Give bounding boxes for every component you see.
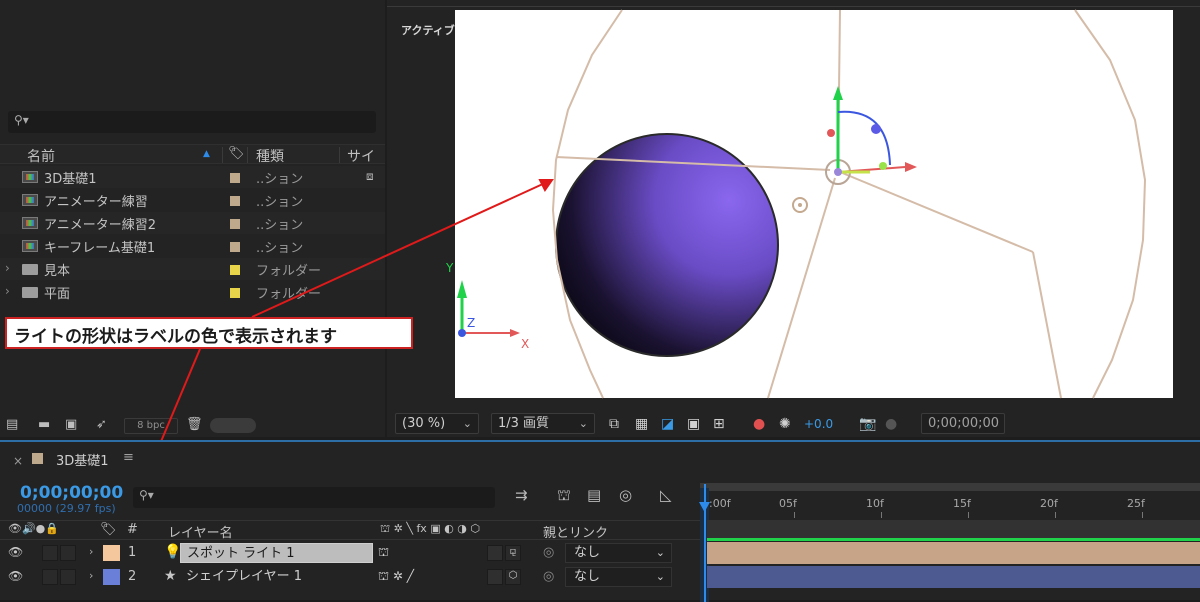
frame-blending-icon[interactable]: ▤ bbox=[587, 486, 601, 504]
layer-row[interactable]: 👁 › 1 💡 スポット ライト 1 ⛫ ⚼ ◎ なし ⌄ bbox=[0, 542, 700, 564]
ruler-tick bbox=[794, 512, 795, 518]
timeline-header-track bbox=[707, 520, 1200, 540]
layer-label-swatch[interactable] bbox=[103, 569, 120, 585]
ruler-tick-label: 15f bbox=[953, 497, 971, 510]
layer-duration-bar[interactable] bbox=[707, 542, 1200, 564]
ruler-tick-label: 05f bbox=[779, 497, 797, 510]
parent-dropdown[interactable]: なし ⌄ bbox=[565, 567, 672, 587]
search-icon: ⚲▾ bbox=[139, 488, 154, 502]
layer-switches[interactable]: ⛫ ✲ ╱ bbox=[378, 569, 414, 585]
layer-row[interactable]: 👁 › 2 ★ シェイプレイヤー 1 ⛫ ✲ ╱ ⬡ ◎ なし ⌄ bbox=[0, 566, 700, 588]
star-shape-icon: ★ bbox=[164, 568, 177, 584]
lock-toggle[interactable] bbox=[60, 569, 76, 585]
ruler-tick bbox=[881, 512, 882, 518]
ruler-tick bbox=[968, 512, 969, 518]
render-bar bbox=[707, 538, 1200, 541]
motion-blur-icon[interactable]: ◎ bbox=[619, 486, 632, 504]
pick-whip-icon[interactable]: ◎ bbox=[543, 569, 554, 584]
ruler-tick-label: 20f bbox=[1040, 497, 1058, 510]
3d-layer-toggle[interactable]: ⬡ bbox=[505, 569, 521, 585]
layer-name[interactable]: スポット ライト 1 bbox=[180, 543, 373, 563]
layer-number: 2 bbox=[128, 569, 137, 584]
timeline-search-input[interactable]: ⚲▾ bbox=[133, 487, 495, 508]
graph-editor-icon[interactable]: ◺ bbox=[660, 486, 672, 504]
ruler-tick-label: 10f bbox=[866, 497, 884, 510]
layer-label-swatch[interactable] bbox=[103, 545, 120, 561]
ruler-tick bbox=[1142, 512, 1143, 518]
layer-duration-bar[interactable] bbox=[707, 566, 1200, 588]
timeline-panel: × 3D基礎1 ≡ 0;00;00;00 00000 (29.97 fps) ⚲… bbox=[0, 440, 1200, 602]
expand-chevron-icon[interactable]: › bbox=[89, 545, 93, 558]
comp-flowchart-icon[interactable]: ⇉ bbox=[515, 486, 528, 504]
fps-readout: 00000 (29.97 fps) bbox=[17, 502, 116, 515]
label-column-icon[interactable]: 🏷 bbox=[100, 522, 117, 537]
visibility-eye-icon[interactable]: 👁 bbox=[8, 569, 23, 583]
parent-dropdown[interactable]: なし ⌄ bbox=[565, 543, 672, 563]
layer-name[interactable]: シェイプレイヤー 1 bbox=[180, 567, 373, 587]
pick-whip-icon[interactable]: ◎ bbox=[543, 545, 554, 560]
work-area-bar[interactable] bbox=[700, 483, 1200, 491]
av-features-icon[interactable]: 👁🔊●🔒 bbox=[8, 522, 59, 535]
solo-toggle[interactable] bbox=[42, 545, 58, 561]
tab-label-swatch bbox=[32, 453, 43, 464]
solo-toggle[interactable] bbox=[42, 569, 58, 585]
column-parent-link[interactable]: 親とリンク bbox=[543, 522, 608, 541]
visibility-eye-icon[interactable]: 👁 bbox=[8, 545, 23, 559]
timeline-tab[interactable]: 3D基礎1 bbox=[56, 450, 109, 469]
timeline-timecode[interactable]: 0;00;00;00 bbox=[20, 483, 123, 503]
tab-menu-icon[interactable]: ≡ bbox=[123, 450, 134, 465]
layer-column-header: 👁🔊●🔒 🏷 # レイヤー名 ⛫ ✲ ╲ fx ▣ ◐ ◑ ⬡ 親とリンク bbox=[0, 520, 700, 541]
lock-toggle[interactable] bbox=[60, 545, 76, 561]
column-layer-name[interactable]: レイヤー名 bbox=[168, 522, 233, 541]
playhead[interactable] bbox=[704, 484, 706, 602]
column-number: # bbox=[127, 522, 138, 537]
3d-layer-toggle[interactable]: ⚼ bbox=[505, 545, 521, 561]
ruler-tick bbox=[1055, 512, 1056, 518]
ruler-tick-label: 25f bbox=[1127, 497, 1145, 510]
switches-icons[interactable]: ⛫ ✲ ╲ fx ▣ ◐ ◑ ⬡ bbox=[380, 522, 480, 537]
time-ruler[interactable]: 0:00f 05f 10f 15f 20f 25f bbox=[700, 480, 1200, 522]
draft-3d-icon[interactable]: ⛫ bbox=[557, 486, 571, 506]
layer-number: 1 bbox=[128, 545, 137, 560]
layer-switches[interactable]: ⛫ bbox=[378, 545, 389, 561]
light-bulb-icon: 💡 bbox=[164, 544, 182, 560]
switch-box[interactable] bbox=[487, 569, 503, 585]
expand-chevron-icon[interactable]: › bbox=[89, 569, 93, 582]
switch-box[interactable] bbox=[487, 545, 503, 561]
timeline-tab-row: × 3D基礎1 ≡ bbox=[0, 442, 1200, 478]
close-tab-icon[interactable]: × bbox=[13, 454, 23, 468]
